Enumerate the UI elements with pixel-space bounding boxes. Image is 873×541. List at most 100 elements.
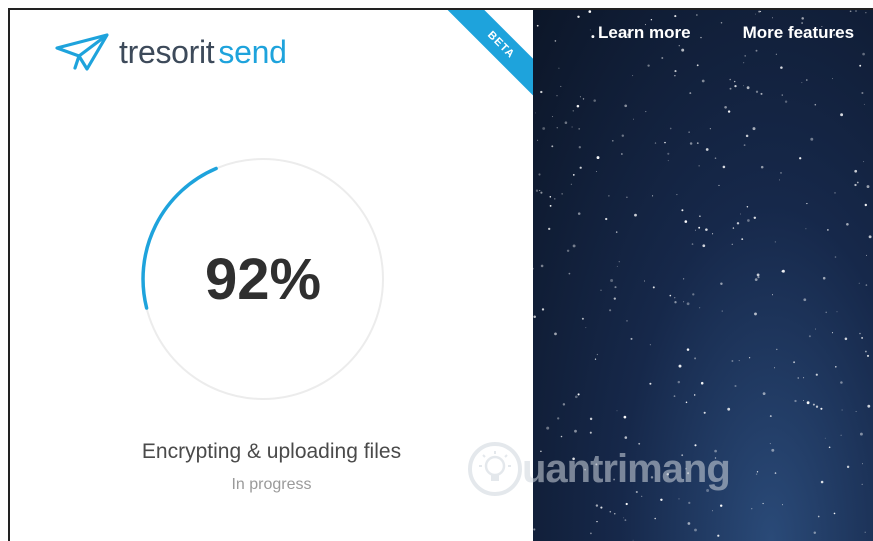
star	[560, 435, 563, 438]
star	[562, 403, 566, 406]
star	[681, 209, 684, 212]
star	[696, 64, 699, 67]
star	[864, 531, 866, 533]
star	[674, 15, 677, 18]
star	[805, 228, 807, 230]
star	[866, 254, 868, 256]
star	[825, 311, 827, 314]
star	[591, 35, 595, 39]
nav-learn-more[interactable]: Learn more	[598, 23, 691, 43]
star	[564, 121, 568, 124]
star	[775, 53, 777, 55]
star	[762, 392, 766, 396]
star	[831, 78, 834, 80]
star	[758, 10, 761, 13]
star	[865, 284, 868, 286]
star	[574, 429, 577, 433]
star	[605, 217, 608, 221]
star	[652, 195, 654, 197]
star	[572, 174, 575, 176]
star	[572, 244, 576, 248]
star	[709, 128, 711, 130]
star	[867, 404, 871, 408]
star	[700, 381, 704, 385]
star	[833, 512, 836, 515]
star	[590, 532, 592, 535]
nav-more-features[interactable]: More features	[743, 23, 854, 43]
star	[864, 350, 867, 353]
star	[846, 465, 850, 469]
star	[535, 189, 539, 192]
star	[738, 360, 740, 362]
star	[689, 92, 692, 95]
star	[596, 353, 599, 356]
star	[712, 510, 713, 512]
star	[859, 432, 863, 436]
star	[600, 506, 603, 509]
star	[623, 517, 625, 519]
star	[688, 501, 691, 505]
star	[719, 504, 723, 507]
star	[577, 212, 581, 215]
star	[624, 519, 627, 521]
star	[769, 415, 772, 418]
tresorit-send-logo[interactable]: tresorit send	[55, 32, 287, 72]
star	[596, 156, 600, 160]
star	[654, 517, 657, 520]
star	[731, 243, 733, 245]
star	[537, 139, 539, 141]
star	[678, 45, 680, 47]
star	[589, 29, 591, 31]
status-title: Encrypting & uploading files	[141, 440, 402, 463]
star	[806, 203, 808, 205]
star	[588, 10, 592, 13]
star	[782, 504, 783, 506]
star	[803, 298, 807, 302]
star	[753, 216, 757, 220]
star	[810, 137, 814, 141]
star	[561, 193, 563, 195]
star	[626, 196, 628, 199]
star	[611, 139, 614, 142]
top-nav: Learn more More features	[598, 23, 854, 43]
star	[667, 152, 670, 155]
star	[815, 373, 818, 376]
star	[696, 14, 698, 16]
star	[771, 294, 774, 296]
star	[647, 64, 650, 67]
star	[781, 94, 783, 96]
star	[678, 498, 680, 500]
star	[836, 311, 838, 313]
star	[571, 126, 573, 128]
star	[714, 157, 717, 159]
star	[780, 66, 783, 69]
star	[577, 15, 580, 19]
star	[624, 436, 628, 439]
star	[814, 103, 817, 106]
star	[674, 75, 676, 77]
star	[652, 286, 655, 289]
star	[797, 377, 799, 379]
star	[540, 264, 544, 268]
star	[702, 244, 706, 248]
star	[585, 327, 587, 329]
star	[855, 410, 857, 413]
star	[799, 157, 802, 160]
star	[674, 70, 677, 73]
star	[645, 111, 647, 113]
star	[863, 103, 865, 105]
progress-percent: 92%	[204, 246, 322, 312]
star	[754, 312, 757, 316]
star	[858, 282, 860, 284]
star	[582, 98, 585, 100]
star	[801, 17, 804, 20]
star	[779, 179, 780, 181]
star	[549, 204, 552, 207]
star	[727, 110, 731, 113]
star	[703, 411, 706, 414]
star	[667, 160, 669, 162]
star	[630, 337, 633, 340]
star	[616, 265, 618, 267]
star	[540, 191, 543, 194]
star	[808, 335, 811, 338]
